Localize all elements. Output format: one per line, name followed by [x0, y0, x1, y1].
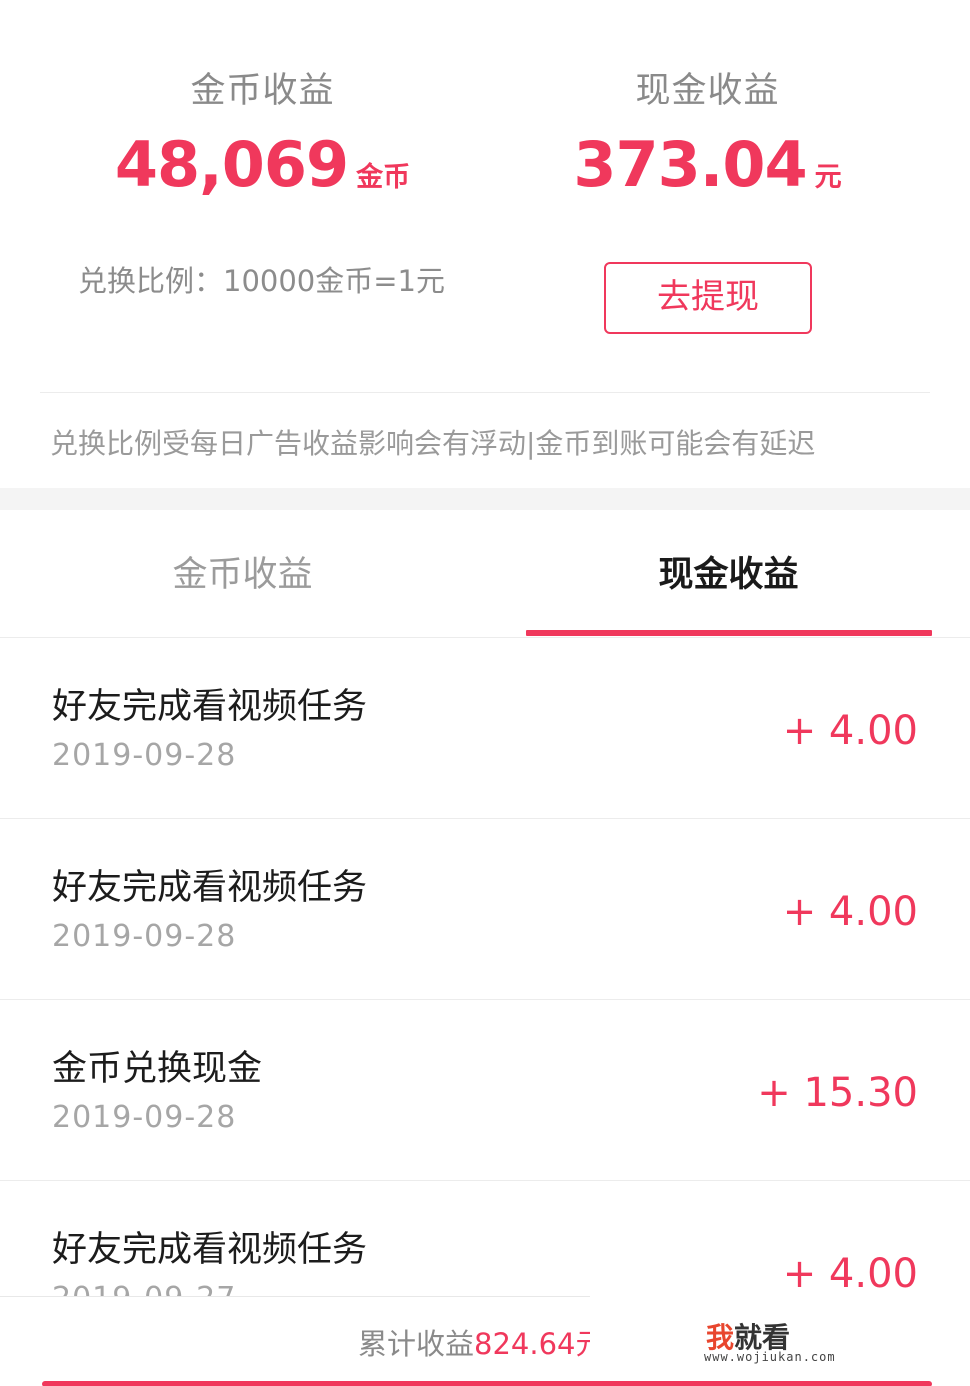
earnings-record-list: 好友完成看视频任务 2019-09-28 + 4.00 好友完成看视频任务 20… [0, 638, 970, 1362]
record-amount: + 15.30 [757, 1070, 918, 1116]
exchange-notice: 兑换比例受每日广告收益影响会有浮动|金币到账可能会有延迟 [50, 427, 816, 460]
record-title: 好友完成看视频任务 [52, 868, 368, 908]
cash-earnings-unit: 元 [814, 162, 842, 193]
record-date: 2019-09-28 [52, 919, 237, 954]
coin-earnings-value: 48,069 [114, 128, 349, 201]
watermark-url: www.wojiukan.com [704, 1350, 836, 1364]
section-gap [0, 488, 970, 510]
earnings-summary: 金币收益 48,069 金币 现金收益 373.04 元 兑换比例：10000金币=… [0, 0, 970, 488]
record-date: 2019-09-28 [52, 1100, 237, 1135]
coin-earnings-value-row: 48,069 金币 [20, 128, 505, 201]
record-amount: + 4.00 [782, 708, 918, 754]
coin-earnings-block: 金币收益 48,069 金币 [20, 0, 505, 240]
active-tab-indicator [526, 630, 932, 636]
tab-cash-earnings[interactable]: 现金收益 [526, 546, 931, 597]
site-watermark: 我就看 www.wojiukan.com [590, 1290, 970, 1380]
list-item[interactable]: 好友完成看视频任务 2019-09-28 + 4.00 [0, 819, 970, 1000]
withdraw-button[interactable]: 去提现 [604, 262, 812, 334]
record-title: 好友完成看视频任务 [52, 687, 368, 727]
tab-coin-earnings[interactable]: 金币收益 [40, 546, 445, 597]
summary-divider [40, 392, 930, 393]
record-title: 好友完成看视频任务 [52, 1230, 368, 1270]
cumulative-earnings-label: 累计收益 [358, 1327, 475, 1361]
list-item[interactable]: 好友完成看视频任务 2019-09-28 + 4.00 [0, 638, 970, 819]
cumulative-earnings-value: 824.64元 [474, 1327, 605, 1361]
list-item[interactable]: 金币兑换现金 2019-09-28 + 15.30 [0, 1000, 970, 1181]
cash-earnings-label: 现金收益 [635, 71, 780, 111]
record-title: 金币兑换现金 [52, 1049, 263, 1089]
exchange-rate-text: 兑换比例：10000金币=1元 [78, 264, 446, 298]
cash-earnings-block: 现金收益 373.04 元 [465, 0, 950, 240]
earnings-page: 金币收益 48,069 金币 现金收益 373.04 元 兑换比例：10000金币=… [0, 0, 970, 1386]
coin-earnings-label: 金币收益 [190, 71, 335, 111]
cumulative-earnings: 累计收益824.64元 [358, 1321, 605, 1363]
cash-earnings-value-row: 373.04 元 [465, 128, 950, 201]
record-date: 2019-09-28 [52, 738, 237, 773]
earnings-tabs: 金币收益 现金收益 [0, 510, 970, 638]
record-amount: + 4.00 [782, 889, 918, 935]
footer-accent-bar [42, 1381, 932, 1386]
cash-earnings-value: 373.04 [573, 128, 807, 201]
coin-earnings-unit: 金币 [356, 162, 411, 193]
